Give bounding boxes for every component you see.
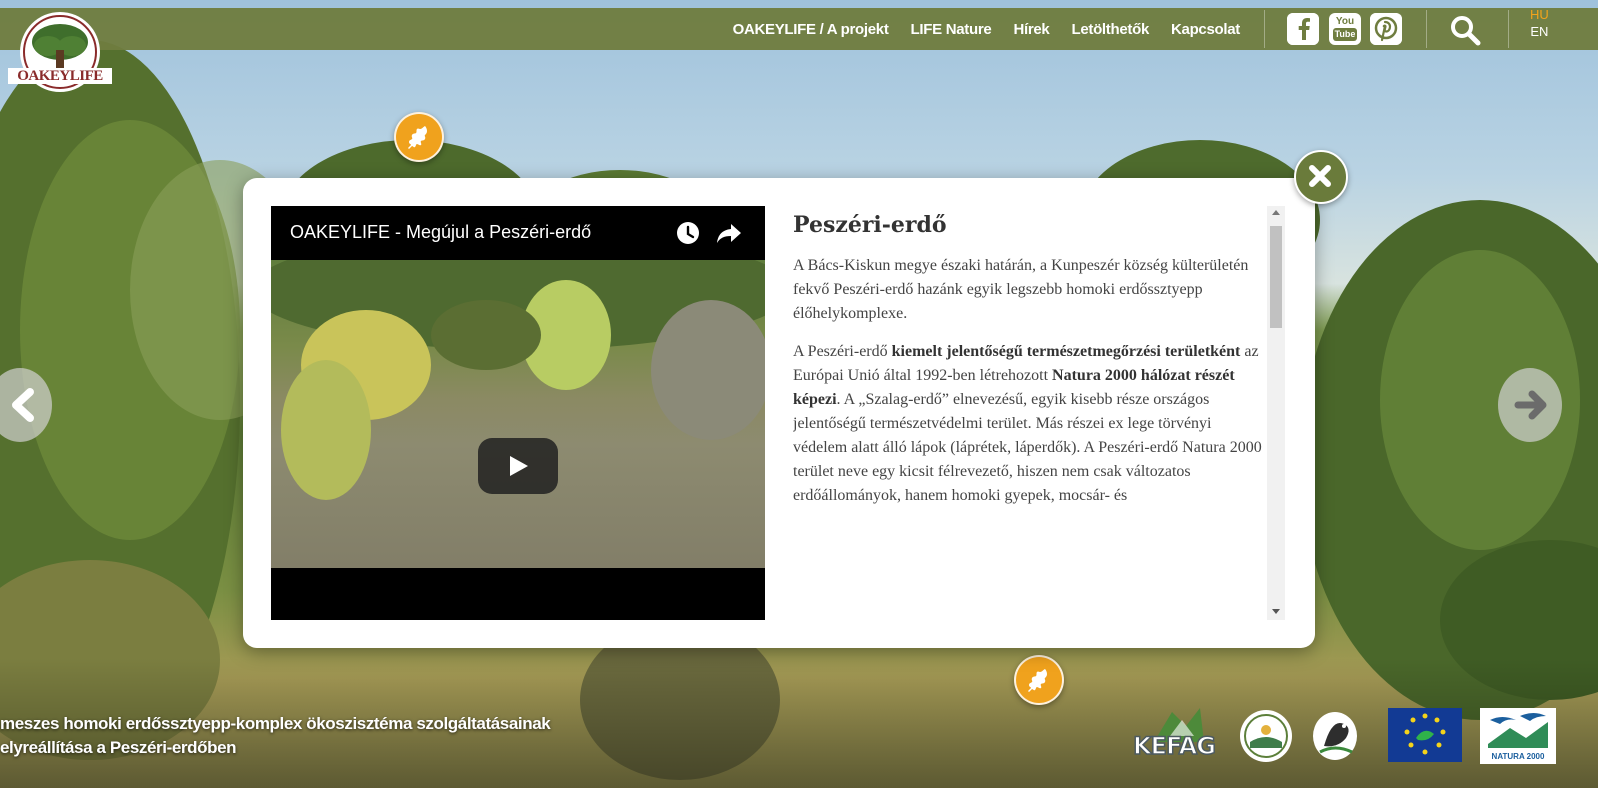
youtube-icon[interactable]: You Tube (1329, 13, 1361, 45)
nav-letoltheto[interactable]: Letölthetők (1071, 21, 1149, 38)
oak-leaf-icon (1028, 669, 1047, 692)
lang-en[interactable]: EN (1530, 23, 1549, 40)
youtube-you-text: You (1335, 16, 1355, 27)
oak-leaf-hotspot-bottom[interactable] (1014, 655, 1064, 705)
video-thumbnail[interactable] (271, 260, 765, 568)
article-title: Peszéri-erdő (793, 212, 947, 238)
oak-leaf-hotspot-top[interactable] (394, 112, 444, 162)
natura-2000-text: NATURA 2000 (1491, 752, 1545, 761)
kefag-logo[interactable]: KEFAG (1124, 706, 1224, 768)
youtube-tube-text: Tube (1333, 28, 1357, 41)
video-player[interactable]: OAKEYLIFE - Megújul a Peszéri-erdő (271, 206, 765, 620)
close-icon (1309, 165, 1331, 187)
scroll-down-arrow[interactable] (1272, 609, 1280, 614)
arrow-right-icon (1514, 390, 1547, 420)
bird-logo[interactable] (1308, 706, 1362, 764)
natura-2000-logo[interactable]: NATURA 2000 (1480, 708, 1556, 764)
oakeylife-logo[interactable]: OAKEYLIFE (8, 10, 112, 94)
kefag-text: KEFAG (1132, 731, 1216, 761)
facebook-icon[interactable] (1287, 13, 1319, 45)
watch-later-icon[interactable] (675, 220, 701, 251)
article-scrollbar[interactable] (1267, 206, 1285, 620)
search-icon[interactable] (1448, 14, 1482, 46)
scroll-thumb[interactable] (1270, 226, 1282, 328)
p2-text-c: . A „Szalag-erdő” elnevezésű, egyik kise… (793, 391, 1262, 504)
next-arrow-button[interactable] (1498, 368, 1562, 442)
pinterest-icon[interactable] (1370, 13, 1402, 45)
article-paragraph-1: A Bács-Kiskun megye északi határán, a Ku… (793, 257, 1249, 322)
scroll-up-arrow[interactable] (1272, 210, 1280, 215)
logo-text: OAKEYLIFE (17, 68, 103, 84)
nav-kapcsolat[interactable]: Kapcsolat (1171, 21, 1240, 38)
close-modal-button[interactable] (1294, 150, 1348, 204)
info-modal: OAKEYLIFE - Megújul a Peszéri-erdő Peszé… (243, 178, 1315, 648)
language-switcher: HU EN (1530, 6, 1549, 40)
article-body: A Bács-Kiskun megye északi határán, a Ku… (793, 254, 1263, 508)
national-park-logo[interactable] (1238, 708, 1294, 764)
oak-leaf-icon (408, 126, 427, 149)
video-title[interactable]: OAKEYLIFE - Megújul a Peszéri-erdő (290, 222, 591, 243)
play-button[interactable] (478, 438, 558, 494)
project-caption: meszes homoki erdőssztyepp-komplex ökosz… (0, 712, 551, 760)
nav-life-nature[interactable]: LIFE Nature (911, 21, 992, 38)
caption-line-2: elyreállítása a Peszéri-erdőben (0, 738, 237, 757)
p2-text-a: A Peszéri-erdő (793, 343, 892, 360)
article-scroll-area[interactable]: Peszéri-erdő A Bács-Kiskun megye északi … (793, 206, 1263, 620)
main-nav: OAKEYLIFE / A projekt LIFE Nature Hírek … (733, 8, 1241, 50)
eu-life-logo[interactable] (1388, 708, 1462, 762)
play-icon (510, 456, 528, 476)
p2-bold-a: kiemelt jelentőségű természetmegőrzési t… (891, 343, 1241, 360)
caption-line-1: meszes homoki erdőssztyepp-komplex ökosz… (0, 714, 551, 733)
nav-hirek[interactable]: Hírek (1013, 21, 1049, 38)
search-divider (1508, 10, 1509, 48)
article-paragraph-2: A Peszéri-erdő kiemelt jelentőségű termé… (793, 340, 1263, 508)
nav-projekt[interactable]: OAKEYLIFE / A projekt (733, 21, 889, 38)
nav-divider (1264, 10, 1265, 48)
social-divider (1426, 10, 1427, 48)
lang-hu[interactable]: HU (1530, 6, 1549, 23)
share-icon[interactable] (715, 220, 743, 251)
arrow-left-icon (12, 388, 34, 422)
